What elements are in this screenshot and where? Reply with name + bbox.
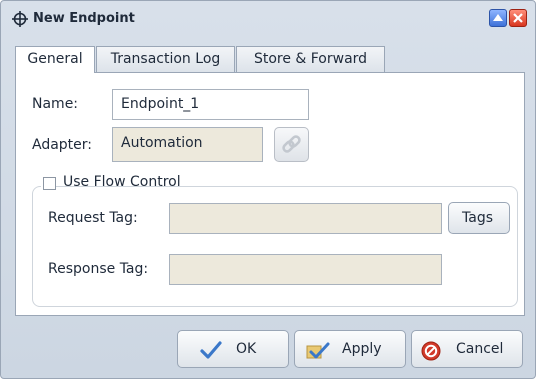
request-tag-field bbox=[169, 203, 442, 234]
apply-button[interactable]: Apply bbox=[294, 330, 406, 368]
close-button[interactable] bbox=[509, 9, 527, 27]
adapter-label: Adapter: bbox=[32, 137, 93, 153]
name-label: Name: bbox=[32, 96, 79, 112]
checkmark-icon bbox=[200, 341, 222, 359]
ok-button-label: OK bbox=[236, 341, 257, 357]
tags-button[interactable]: Tags bbox=[448, 202, 510, 234]
endpoint-icon bbox=[12, 11, 28, 27]
tab-transaction-log[interactable]: Transaction Log bbox=[96, 46, 235, 72]
tags-button-label: Tags bbox=[462, 210, 493, 226]
request-tag-label: Request Tag: bbox=[48, 210, 138, 226]
adapter-field: Automation bbox=[112, 127, 263, 162]
apply-icon bbox=[306, 342, 330, 359]
adapter-link-button[interactable] bbox=[274, 127, 309, 162]
ok-button[interactable]: OK bbox=[177, 330, 289, 368]
cancel-icon bbox=[421, 341, 441, 361]
title-bar[interactable]: New Endpoint bbox=[5, 5, 531, 35]
apply-button-label: Apply bbox=[342, 341, 382, 357]
name-field[interactable]: Endpoint_1 bbox=[112, 89, 309, 120]
response-tag-label: Response Tag: bbox=[48, 261, 149, 277]
maximize-button[interactable] bbox=[489, 9, 507, 27]
close-icon bbox=[513, 13, 523, 23]
flow-control-legend: Use Flow Control bbox=[41, 173, 181, 195]
tab-store-and-forward[interactable]: Store & Forward bbox=[236, 46, 385, 72]
use-flow-control-label[interactable]: Use Flow Control bbox=[63, 174, 181, 190]
tab-general[interactable]: General bbox=[15, 46, 95, 73]
cancel-button-label: Cancel bbox=[456, 341, 504, 357]
dialog-window: New Endpoint General Transaction Log Sto… bbox=[0, 0, 536, 379]
window-title: New Endpoint bbox=[33, 11, 135, 26]
response-tag-field bbox=[169, 254, 442, 285]
use-flow-control-checkbox[interactable] bbox=[43, 177, 56, 190]
maximize-icon bbox=[493, 14, 503, 21]
cancel-button[interactable]: Cancel bbox=[411, 330, 523, 368]
link-icon bbox=[282, 135, 301, 153]
